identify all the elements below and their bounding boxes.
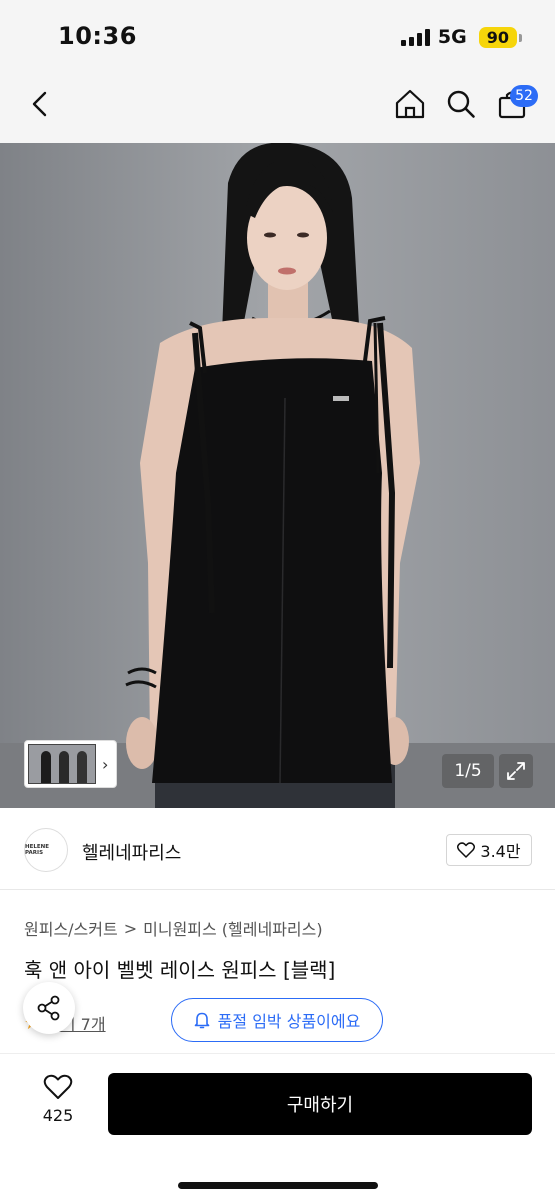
thumbnail-image[interactable] [28, 744, 96, 784]
breadcrumb-separator: > [123, 918, 138, 938]
soldout-soon-badge[interactable]: 품절 임박 상품이에요 [171, 998, 383, 1042]
breadcrumb: 원피스/스커트 > 미니원피스 (헬레네파리스) [24, 916, 323, 940]
thumbnail-strip[interactable]: › [24, 740, 117, 788]
search-icon[interactable] [443, 86, 479, 122]
wish-count: 425 [42, 1106, 74, 1125]
home-icon[interactable] [392, 86, 428, 122]
brand-like-button[interactable]: 3.4만 [446, 834, 532, 866]
buy-button[interactable]: 구매하기 [108, 1073, 532, 1135]
soldout-soon-label: 품절 임박 상품이에요 [217, 1012, 361, 1031]
chevron-right-icon[interactable]: › [102, 755, 108, 774]
product-title: 훅 앤 아이 벨벳 레이스 원피스 [블랙] [24, 958, 336, 982]
product-image-gallery[interactable]: › 1/5 [0, 143, 555, 808]
battery-icon: 90 [478, 26, 523, 48]
back-icon[interactable] [22, 86, 58, 122]
brand-logo[interactable]: HELENE PARIS [24, 828, 68, 872]
expand-icon[interactable] [499, 754, 533, 788]
status-indicators: 5G 90 [400, 26, 523, 48]
brand-like-count: 3.4만 [480, 842, 521, 861]
heart-icon [457, 842, 476, 858]
bell-icon [194, 1012, 209, 1029]
product-photo [0, 143, 555, 808]
image-counter: 1/5 [442, 754, 494, 788]
home-indicator [178, 1182, 378, 1189]
share-icon [37, 995, 60, 1021]
status-bar: 10:36 5G 90 [0, 0, 555, 70]
heart-icon [43, 1074, 73, 1099]
breadcrumb-item-subcategory[interactable]: 미니원피스 (헬레네파리스) [143, 916, 323, 940]
cart-count-badge: 52 [510, 85, 538, 107]
signal-icon [400, 28, 430, 46]
nav-bar [0, 70, 555, 143]
status-time: 10:36 [58, 22, 137, 50]
brand-row[interactable]: HELENE PARIS 헬레네파리스 3.4만 [0, 808, 555, 890]
bottom-action-bar: 425 구매하기 [0, 1053, 555, 1200]
breadcrumb-item-category[interactable]: 원피스/스커트 [24, 916, 118, 940]
wish-button[interactable]: 425 [30, 1074, 86, 1125]
brand-name[interactable]: 헬레네파리스 [82, 839, 181, 865]
share-button[interactable] [23, 982, 75, 1034]
network-label: 5G [437, 26, 467, 48]
